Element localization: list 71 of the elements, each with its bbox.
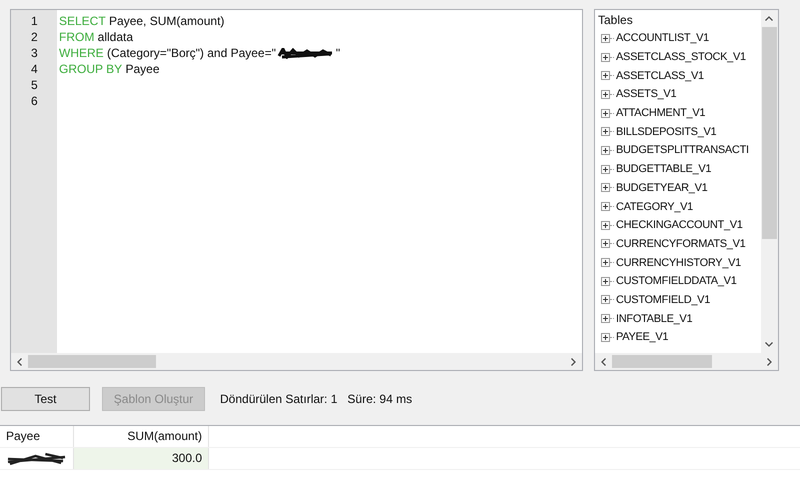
table-item[interactable]: ATTACHMENT_V1 [616,107,706,120]
horizontal-scrollbar[interactable] [11,353,582,370]
table-item[interactable]: CUSTOMFIELD_V1 [616,294,710,306]
scroll-thumb[interactable] [612,355,712,368]
horizontal-scrollbar[interactable] [595,353,778,370]
expand-icon[interactable] [601,239,610,248]
panel-title: Tables [598,12,634,29]
expand-icon[interactable] [601,164,610,174]
scroll-up-icon[interactable] [765,16,773,21]
scroll-left-icon[interactable] [17,358,22,366]
table-item[interactable]: ASSETCLASS_V1 [616,70,704,82]
scroll-thumb[interactable] [28,355,156,368]
table-item[interactable]: CURRENCYHISTORY_V1 [616,256,742,269]
table-item[interactable]: ACCOUNTLIST_V1 [616,32,709,44]
expand-icon[interactable] [601,90,610,99]
sql-keyword: FROM [59,29,94,45]
table-item[interactable]: CATEGORY_V1 [616,200,693,213]
line-number: 2 [30,29,39,45]
redaction-scribble [6,452,67,466]
expand-icon[interactable] [601,183,610,192]
line-number: 1 [30,13,39,29]
column-header[interactable]: SUM(amount) [74,426,209,447]
code-text: Payee, SUM(amount) [108,13,224,29]
code-text: (Category="Borç") and Payee=" [106,45,276,61]
table-item[interactable]: BILLSDEPOSITS_V1 [616,126,716,138]
sql-editor[interactable]: 1 2 3 4 5 6 SELECT Payee, SUM(amount) FROM alldata WHERE (Category="Borç") and Payee=" " GROUP BY Payee [10,9,583,371]
table-item[interactable]: BUDGETTABLE_V1 [616,163,712,176]
line-number: 4 [30,61,39,77]
expand-icon[interactable] [601,146,610,155]
expand-icon[interactable] [601,258,610,268]
table-item[interactable]: PAYEE_V1 [616,331,668,344]
action-button[interactable]: Test [1,387,90,411]
scroll-right-icon[interactable] [571,358,576,366]
expand-icon[interactable] [601,71,610,80]
sql-keyword: GROUP BY [59,61,122,77]
column-header[interactable]: Payee [0,426,74,447]
scroll-left-icon[interactable] [601,358,606,366]
rows-count-label: Döndürülen Satırlar: 1 [220,392,338,406]
table-cell-text: 300.0 [172,450,202,467]
table-item[interactable]: CUSTOMFIELDDATA_V1 [616,275,737,288]
line-number: 3 [30,45,39,61]
expand-icon[interactable] [601,220,610,230]
table-item[interactable]: CHECKINGACCOUNT_V1 [616,219,743,232]
code-text: Payee [124,61,160,77]
sql-keyword: WHERE [59,45,104,61]
scroll-right-icon[interactable] [767,358,772,366]
expand-icon[interactable] [601,108,610,118]
line-number: 5 [30,77,39,93]
expand-icon[interactable] [601,314,610,324]
duration-label: Süre: 94 ms [347,392,412,406]
table-item[interactable]: BUDGETSPLITTRANSACTI [616,144,749,156]
expand-icon[interactable] [601,295,610,304]
table-item[interactable]: ASSETS_V1 [616,88,676,100]
expand-icon[interactable] [601,127,610,136]
redaction-scribble [276,48,335,58]
table-item[interactable]: INFOTABLE_V1 [616,312,692,325]
expand-icon[interactable] [601,202,610,212]
vertical-scrollbar[interactable] [761,10,778,353]
expand-icon[interactable] [601,52,610,62]
line-number: 6 [30,93,39,109]
code-text: " [336,45,340,61]
scroll-thumb[interactable] [762,27,777,239]
table-item[interactable]: ASSETCLASS_STOCK_V1 [616,51,746,64]
table-item[interactable]: BUDGETYEAR_V1 [616,182,708,194]
expand-icon[interactable] [601,276,610,286]
expand-icon[interactable] [601,332,610,342]
table-item[interactable]: CURRENCYFORMATS_V1 [616,238,746,250]
sql-keyword: SELECT [59,13,106,29]
scroll-down-icon[interactable] [765,342,773,347]
expand-icon[interactable] [601,34,610,43]
code-text: alldata [96,29,134,45]
